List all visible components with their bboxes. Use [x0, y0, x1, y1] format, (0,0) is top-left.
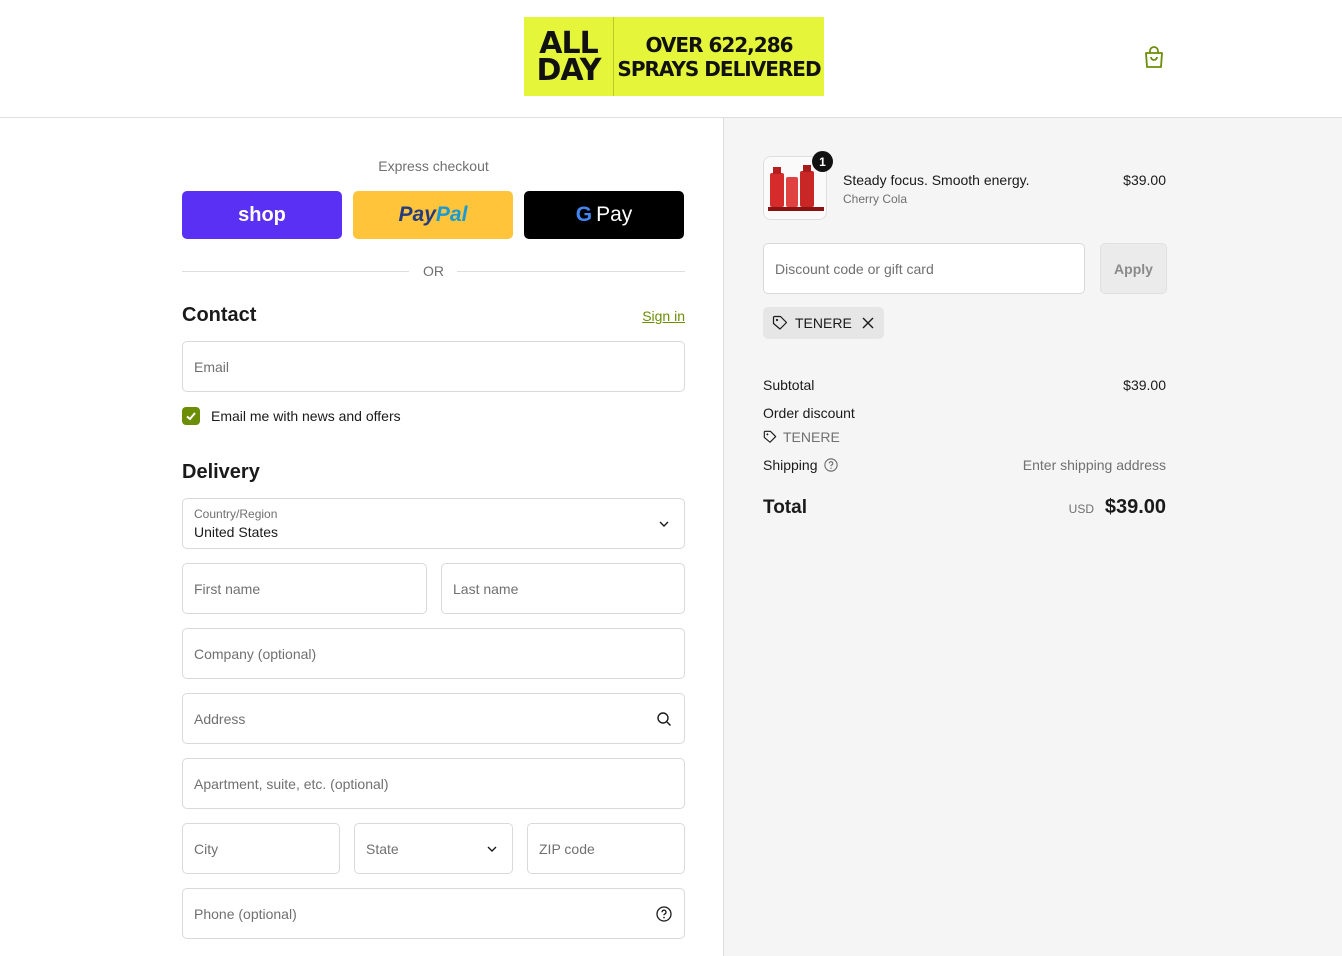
email-field[interactable]: Email [182, 341, 685, 392]
first-name-placeholder: First name [194, 581, 261, 597]
applied-discount-chip: TENERE [763, 307, 884, 339]
google-pay-button[interactable]: G Pay [524, 191, 684, 239]
shop-pay-label: shop [238, 203, 286, 226]
first-name-field[interactable]: First name [182, 563, 427, 614]
discount-placeholder: Discount code or gift card [775, 261, 934, 277]
last-name-field[interactable]: Last name [441, 563, 685, 614]
search-icon [657, 712, 671, 726]
subtotal-value: $39.00 [1123, 377, 1166, 393]
shipping-value: Enter shipping address [1022, 457, 1166, 473]
shipping-label: Shipping [763, 457, 818, 473]
total-currency: USD [1068, 502, 1094, 516]
contact-title: Contact [182, 304, 257, 326]
phone-placeholder: Phone (optional) [194, 906, 297, 922]
apply-discount-button[interactable]: Apply [1100, 243, 1167, 294]
subtotal-label: Subtotal [763, 377, 815, 393]
shopping-bag-icon[interactable] [1143, 45, 1165, 69]
brand-logo: ALL DAY [524, 17, 614, 96]
product-price: $39.00 [1123, 172, 1166, 188]
banner-line-2: SPRAYS DELIVERED [617, 56, 821, 81]
newsletter-label: Email me with news and offers [211, 408, 401, 424]
total-value: $39.00 [1104, 496, 1166, 518]
shipping-label-row: Shipping [763, 457, 838, 473]
order-discount-code-row: TENERE [763, 429, 840, 445]
apartment-placeholder: Apartment, suite, etc. (optional) [194, 776, 389, 792]
brand-logo-banner[interactable]: ALL DAY OVER 622,286 SPRAYS DELIVERED [524, 17, 824, 96]
help-circle-icon[interactable] [656, 906, 672, 922]
paypal-label-part1: Pay [398, 203, 436, 226]
sign-in-link[interactable]: Sign in [642, 308, 685, 324]
google-pay-label: Pay [596, 203, 633, 226]
or-divider: OR [182, 262, 685, 282]
company-placeholder: Company (optional) [194, 646, 317, 662]
checkmark-icon [186, 412, 196, 421]
country-select[interactable]: Country/Region United States [182, 498, 685, 549]
zip-placeholder: ZIP code [539, 841, 595, 857]
order-summary: 1 Steady focus. Smooth energy. Cherry Co… [723, 118, 1342, 956]
paypal-button[interactable]: Pay Pal [353, 191, 513, 239]
order-discount-label: Order discount [763, 405, 855, 421]
remove-discount-icon[interactable] [862, 317, 874, 329]
divider-line-right [457, 271, 685, 272]
newsletter-checkbox[interactable] [182, 407, 200, 425]
phone-field[interactable]: Phone (optional) [182, 888, 685, 939]
help-circle-icon[interactable] [823, 458, 838, 472]
chevron-down-icon [659, 521, 669, 527]
product-variant: Cherry Cola [843, 192, 908, 206]
apartment-field[interactable]: Apartment, suite, etc. (optional) [182, 758, 685, 809]
zip-field[interactable]: ZIP code [527, 823, 685, 874]
city-placeholder: City [194, 841, 219, 857]
applied-discount-code: TENERE [795, 315, 852, 331]
address-placeholder: Address [194, 711, 246, 727]
tag-icon [772, 315, 788, 330]
paypal-label-part2: Pal [435, 203, 468, 226]
email-placeholder: Email [194, 359, 230, 375]
product-name: Steady focus. Smooth energy. [843, 172, 1030, 188]
delivery-title: Delivery [182, 461, 260, 483]
chevron-down-icon [487, 846, 497, 852]
country-value: United States [194, 524, 279, 540]
last-name-placeholder: Last name [453, 581, 519, 597]
shop-pay-button[interactable]: shop [182, 191, 342, 239]
city-field[interactable]: City [182, 823, 340, 874]
logo-line-2: DAY [536, 52, 602, 88]
site-header: ALL DAY OVER 622,286 SPRAYS DELIVERED [0, 0, 1342, 118]
state-placeholder: State [366, 841, 399, 857]
state-select[interactable]: State [354, 823, 513, 874]
express-checkout-label: Express checkout [378, 158, 489, 174]
quantity-badge: 1 [812, 151, 833, 172]
discount-code-field[interactable]: Discount code or gift card [763, 243, 1085, 294]
company-field[interactable]: Company (optional) [182, 628, 685, 679]
google-g-icon: G [575, 203, 593, 226]
total-label: Total [763, 497, 807, 518]
country-label: Country/Region [194, 507, 278, 521]
banner-line-1: OVER 622,286 [645, 32, 793, 57]
address-field[interactable]: Address [182, 693, 685, 744]
newsletter-option[interactable]: Email me with news and offers [182, 407, 401, 425]
order-discount-code: TENERE [783, 429, 840, 445]
tag-icon [763, 430, 777, 443]
promo-banner: OVER 622,286 SPRAYS DELIVERED [614, 33, 824, 81]
